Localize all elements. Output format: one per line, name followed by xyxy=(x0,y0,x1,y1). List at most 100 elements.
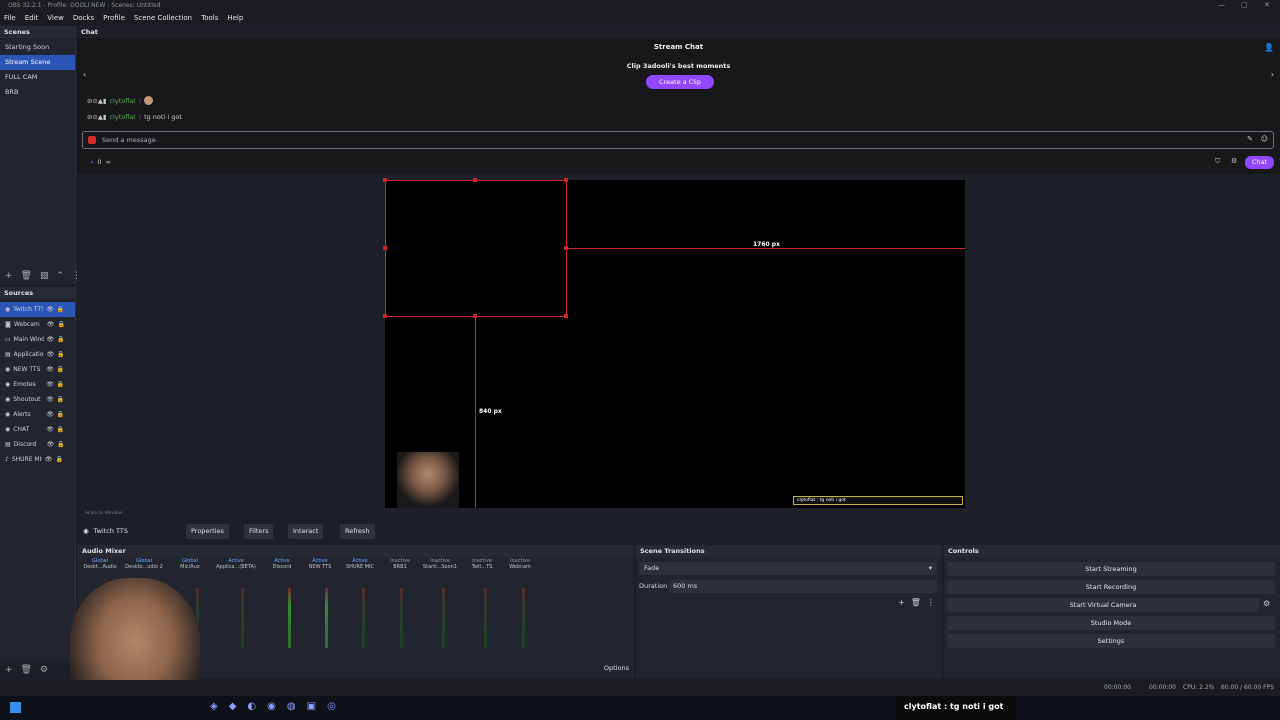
source-item[interactable]: ◙ Webcam 👁 🔒 xyxy=(0,317,75,332)
refresh-button[interactable]: Refresh xyxy=(340,524,375,539)
visibility-icon[interactable]: 👁 xyxy=(46,392,54,407)
lock-icon[interactable]: 🔒 xyxy=(57,302,64,317)
start-streaming-button[interactable]: Start Streaming xyxy=(947,562,1275,576)
source-item[interactable]: ◉ Shoutout 👁 🔒 xyxy=(0,392,75,407)
start-icon[interactable] xyxy=(10,702,21,713)
transition-select[interactable]: Fade ▾ xyxy=(639,562,937,575)
lock-icon[interactable]: 🔒 xyxy=(57,422,64,437)
chrome-icon[interactable]: ◉ xyxy=(267,701,276,712)
lock-icon[interactable]: 🔒 xyxy=(57,347,64,362)
chevron-left-icon[interactable]: ‹ xyxy=(83,70,86,79)
chat-send-button[interactable]: Chat xyxy=(1245,156,1274,169)
scene-item[interactable]: FULL CAM xyxy=(0,70,75,85)
scene-item[interactable]: BRB xyxy=(0,85,75,100)
mixer-options-button[interactable]: Options xyxy=(604,664,629,672)
mod-actions-icon[interactable]: ⊘⊙▲▮ xyxy=(87,97,106,105)
visibility-icon[interactable]: 👁 xyxy=(46,302,54,317)
app-icon[interactable]: ▣ xyxy=(307,701,316,712)
shield-icon[interactable]: ⛉ xyxy=(1215,157,1220,166)
source-item[interactable]: ▤ Discord 👁 🔒 xyxy=(0,437,75,452)
chat-username[interactable]: clytoflat xyxy=(109,113,135,121)
remove-scene-icon[interactable]: 🗑 xyxy=(21,271,32,281)
gear-icon[interactable]: ⚙ xyxy=(1263,599,1270,608)
resize-handle[interactable] xyxy=(383,178,387,182)
source-item[interactable]: ◉ CHAT 👁 🔒 xyxy=(0,422,75,437)
resize-handle[interactable] xyxy=(564,178,568,182)
filters-button[interactable]: Filters xyxy=(244,524,274,539)
maximize-icon[interactable]: ▢ xyxy=(1241,0,1248,11)
close-icon[interactable]: ✕ xyxy=(1264,0,1270,11)
chat-username[interactable]: clytoflat xyxy=(109,97,135,105)
gear-icon[interactable]: ⚙ xyxy=(40,665,48,675)
resize-handle[interactable] xyxy=(473,178,477,182)
add-scene-icon[interactable]: + xyxy=(5,271,13,281)
menu-profile[interactable]: Profile xyxy=(103,11,125,25)
source-item[interactable]: ◉ Twitch TTS 👁 🔒 xyxy=(0,302,75,317)
scene-item[interactable]: Starting Soon xyxy=(0,40,75,55)
remove-source-icon[interactable]: 🗑 xyxy=(21,665,32,675)
lock-icon[interactable]: 🔒 xyxy=(57,377,64,392)
source-item[interactable]: ◉ Emotes 👁 🔒 xyxy=(0,377,75,392)
create-clip-button[interactable]: Create a Clip xyxy=(646,75,714,89)
settings-button[interactable]: Settings xyxy=(947,634,1275,648)
menu-scene-collection[interactable]: Scene Collection xyxy=(134,11,192,25)
visibility-icon[interactable]: 👁 xyxy=(47,347,55,362)
gear-icon[interactable]: ⚙ xyxy=(1231,157,1237,165)
lock-icon[interactable]: 🔒 xyxy=(57,437,64,452)
move-up-icon[interactable]: ⌃ xyxy=(57,271,65,281)
lock-icon[interactable]: 🔒 xyxy=(57,362,64,377)
source-item[interactable]: ◉ Alerts 👁 🔒 xyxy=(0,407,75,422)
visibility-icon[interactable]: 👁 xyxy=(46,422,54,437)
source-item[interactable]: ♪SHURE MIC👁🔒 xyxy=(0,452,75,467)
lock-icon[interactable]: 🔒 xyxy=(57,392,64,407)
visibility-icon[interactable]: 👁 xyxy=(47,332,55,347)
message-input[interactable]: Send a message ✎ ☺ xyxy=(82,131,1274,149)
resize-handle[interactable] xyxy=(383,246,387,250)
command-icon[interactable]: ✎ xyxy=(1247,135,1253,143)
properties-button[interactable]: Properties xyxy=(186,524,229,539)
emoji-icon[interactable]: ☺ xyxy=(1261,135,1268,143)
resize-handle[interactable] xyxy=(564,314,568,318)
obs-icon[interactable]: ◎ xyxy=(327,701,336,712)
selection-box[interactable] xyxy=(385,180,567,317)
menu-docks[interactable]: Docks xyxy=(73,11,94,25)
discord-icon[interactable]: ◍ xyxy=(287,701,296,712)
duration-input[interactable]: 600 ms xyxy=(669,580,937,593)
visibility-icon[interactable]: 👁 xyxy=(47,317,55,332)
filter-icon[interactable]: ▧ xyxy=(40,271,49,281)
remove-transition-icon[interactable]: 🗑 xyxy=(911,598,921,607)
start-virtual-camera-button[interactable]: Start Virtual Camera xyxy=(947,598,1259,612)
add-transition-icon[interactable]: + xyxy=(898,598,905,607)
lock-icon[interactable]: 🔒 xyxy=(57,407,64,422)
app-icon[interactable]: ◈ xyxy=(210,701,218,712)
visibility-icon[interactable]: 👁 xyxy=(46,407,54,422)
lock-icon[interactable]: 🔒 xyxy=(55,452,62,467)
source-item[interactable]: ◉ NEW TTS 👁 🔒 xyxy=(0,362,75,377)
channel-points[interactable]: ⬩ 0 ∞ xyxy=(91,158,111,167)
add-source-icon[interactable]: + xyxy=(5,665,13,675)
source-item[interactable]: ▤Application👁🔒 xyxy=(0,347,75,362)
visibility-icon[interactable]: 👁 xyxy=(46,362,54,377)
preview-canvas[interactable]: 1760 px 840 px clytoflat : tg noti i got xyxy=(383,178,965,508)
more-icon[interactable]: ⋮ xyxy=(927,598,935,607)
visibility-icon[interactable]: 👁 xyxy=(45,452,53,467)
visibility-icon[interactable]: 👁 xyxy=(47,437,55,452)
menu-help[interactable]: Help xyxy=(227,11,243,25)
menu-tools[interactable]: Tools xyxy=(201,11,218,25)
mod-actions-icon[interactable]: ⊘⊙▲▮ xyxy=(87,113,106,121)
edge-icon[interactable]: ◐ xyxy=(247,701,256,712)
start-recording-button[interactable]: Start Recording xyxy=(947,580,1275,594)
interact-button[interactable]: Interact xyxy=(288,524,324,539)
app-icon[interactable]: ◆ xyxy=(229,701,237,712)
users-icon[interactable]: 👤 xyxy=(1264,43,1274,52)
studio-mode-button[interactable]: Studio Mode xyxy=(947,616,1275,630)
minimize-icon[interactable]: — xyxy=(1218,0,1225,11)
lock-icon[interactable]: 🔒 xyxy=(57,317,64,332)
source-item[interactable]: ▭Main Window👁🔒 xyxy=(0,332,75,347)
visibility-icon[interactable]: 👁 xyxy=(46,377,54,392)
menu-edit[interactable]: Edit xyxy=(25,11,39,25)
resize-handle[interactable] xyxy=(383,314,387,318)
menu-view[interactable]: View xyxy=(47,11,64,25)
menu-file[interactable]: File xyxy=(4,11,16,25)
lock-icon[interactable]: 🔒 xyxy=(57,332,64,347)
